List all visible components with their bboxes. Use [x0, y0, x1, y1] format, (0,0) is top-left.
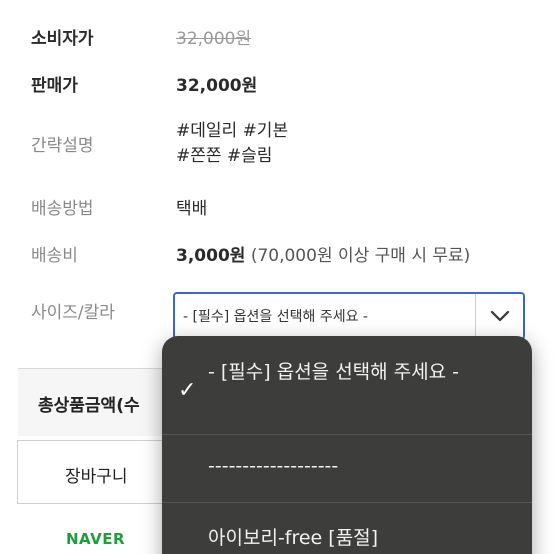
option-select-value: - [필수] 옵션을 선택해 주세요 -	[183, 309, 368, 325]
dropdown-option-required[interactable]: ✓ - [필수] 옵션을 선택해 주세요 -	[162, 336, 532, 434]
dropdown-option-label: 아이보리-free [품절]	[208, 527, 379, 549]
chevron-down-icon	[490, 310, 509, 322]
dropdown-option-divider[interactable]: -------------------	[162, 434, 532, 502]
option-dropdown-menu[interactable]: ✓ - [필수] 옵션을 선택해 주세요 - -----------------…	[162, 336, 532, 554]
dropdown-option-ivory[interactable]: 아이보리-free [품절]	[162, 502, 532, 554]
description-line-2: #쫀쫀 #슬림	[176, 146, 273, 166]
description-tags: #데일리 #기본 #쫀쫀 #슬림	[176, 119, 288, 169]
shipping-method-row: 배송방법 택배	[31, 194, 534, 219]
sale-price-label: 판매가	[31, 76, 78, 96]
description-label: 간략설명	[31, 136, 94, 156]
shipping-fee-value: 3,000원 (70,000원 이상 구매 시 무료)	[176, 241, 470, 266]
sale-price-value: 32,000원	[176, 76, 258, 96]
select-arrow-button[interactable]	[475, 294, 523, 338]
sale-price-row: 판매가 32,000원	[31, 71, 534, 96]
option-label: 사이즈/칼라	[31, 303, 115, 323]
consumer-price-row: 소비자가 32,000원	[31, 24, 534, 49]
shipping-fee-row: 배송비 3,000원 (70,000원 이상 구매 시 무료)	[31, 241, 534, 266]
naver-pay-logo[interactable]: NAVER	[66, 530, 125, 548]
checkmark-icon: ✓	[178, 378, 197, 403]
shipping-fee-note: (70,000원 이상 구매 시 무료)	[250, 246, 471, 266]
total-price-label: 총상품금액(수	[38, 396, 140, 416]
shipping-fee-label: 배송비	[31, 246, 78, 266]
consumer-price-label: 소비자가	[31, 29, 94, 49]
description-line-1: #데일리 #기본	[176, 121, 289, 141]
description-row: 간략설명 #데일리 #기본 #쫀쫀 #슬림	[31, 119, 534, 169]
cart-button-label: 장바구니	[65, 467, 128, 487]
option-select[interactable]: - [필수] 옵션을 선택해 주세요 -	[173, 292, 525, 340]
dropdown-option-label: - [필수] 옵션을 선택해 주세요 -	[208, 361, 460, 383]
shipping-method-label: 배송방법	[31, 199, 94, 219]
total-price-box: 총상품금액(수	[18, 368, 178, 436]
dropdown-option-label: -------------------	[208, 455, 339, 477]
shipping-fee-amount: 3,000원	[176, 246, 246, 266]
consumer-price-value: 32,000원	[176, 29, 252, 49]
shipping-method-value: 택배	[176, 199, 208, 219]
